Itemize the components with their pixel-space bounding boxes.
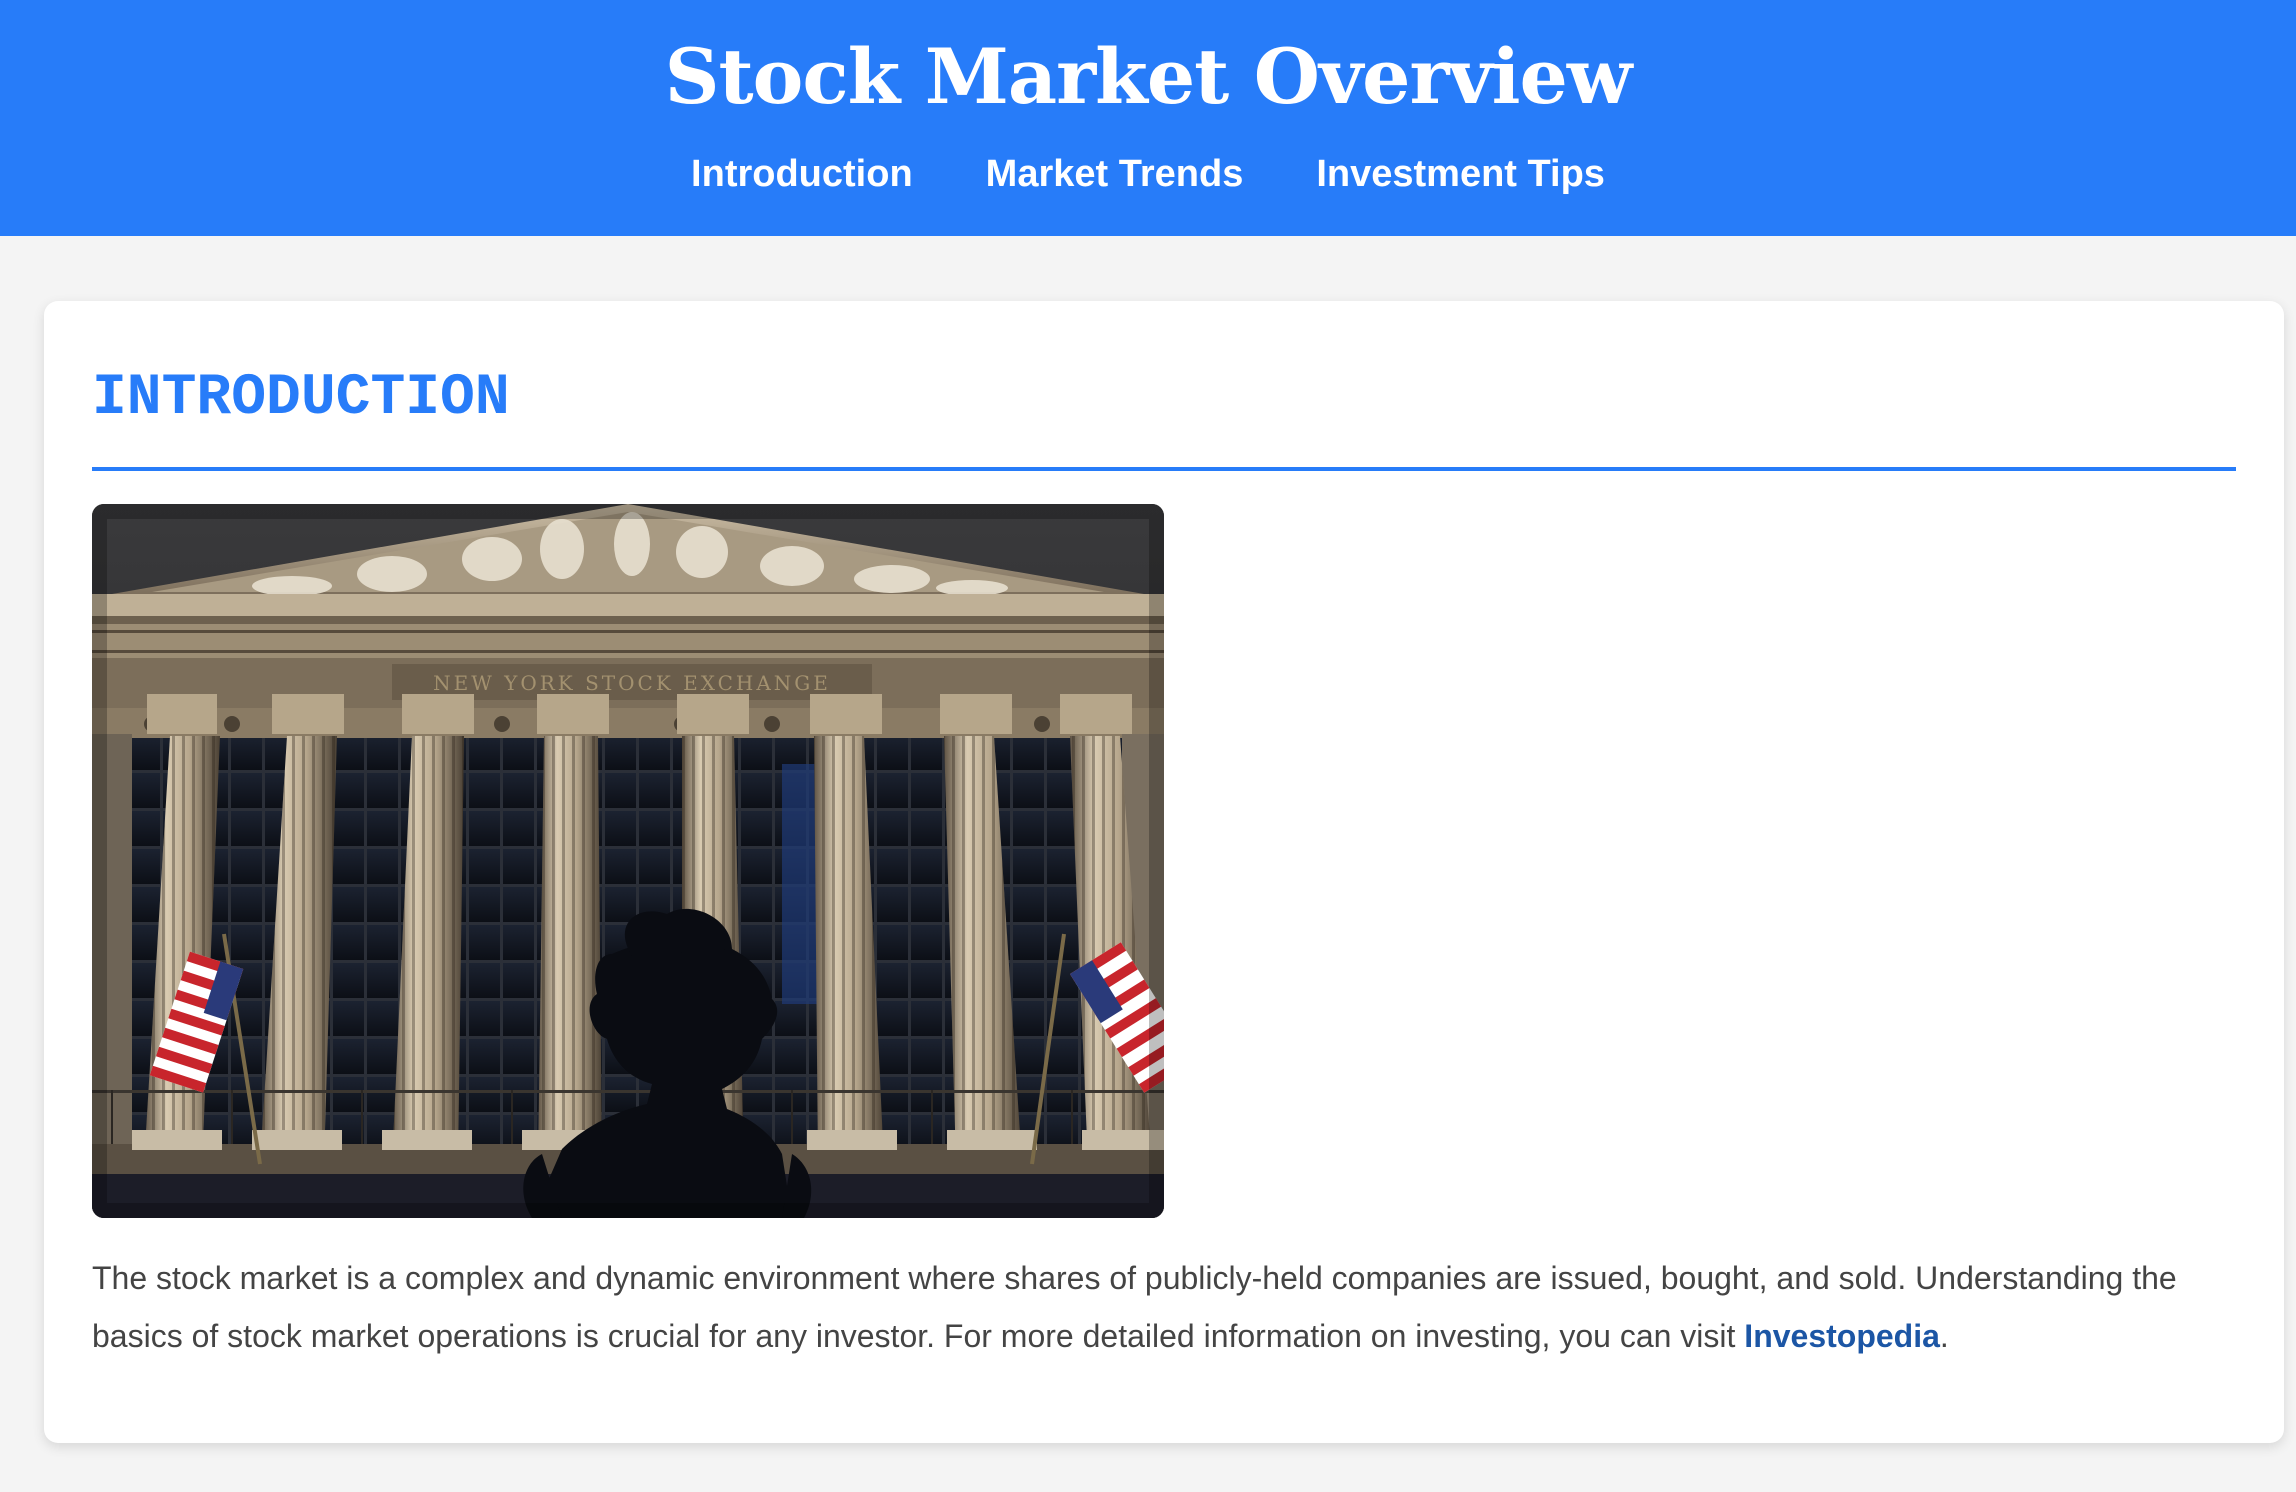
stock-exchange-image: NEW YORK STOCK EXCHANGE (92, 504, 1164, 1218)
intro-paragraph: The stock market is a complex and dynami… (92, 1249, 2242, 1365)
investopedia-link[interactable]: Investopedia (1744, 1318, 1940, 1354)
title-divider (92, 467, 2236, 471)
building-photo-icon: NEW YORK STOCK EXCHANGE (92, 504, 1164, 1218)
site-title: Stock Market Overview (664, 32, 1633, 121)
main-nav: Introduction Market Trends Investment Ti… (0, 146, 2296, 202)
intro-paragraph-end: . (1939, 1318, 1949, 1354)
nav-link-investment-tips[interactable]: Investment Tips (1316, 146, 1605, 202)
nav-link-market-trends[interactable]: Market Trends (986, 146, 1244, 202)
introduction-card: INTRODUCTION NEW YORK STOCK EXCHANGE The… (44, 301, 2284, 1443)
facade-inscription: NEW YORK STOCK EXCHANGE (433, 671, 831, 695)
section-title: INTRODUCTION (92, 366, 510, 431)
site-header: Stock Market Overview Introduction Marke… (0, 0, 2296, 236)
nav-link-introduction[interactable]: Introduction (691, 146, 913, 202)
